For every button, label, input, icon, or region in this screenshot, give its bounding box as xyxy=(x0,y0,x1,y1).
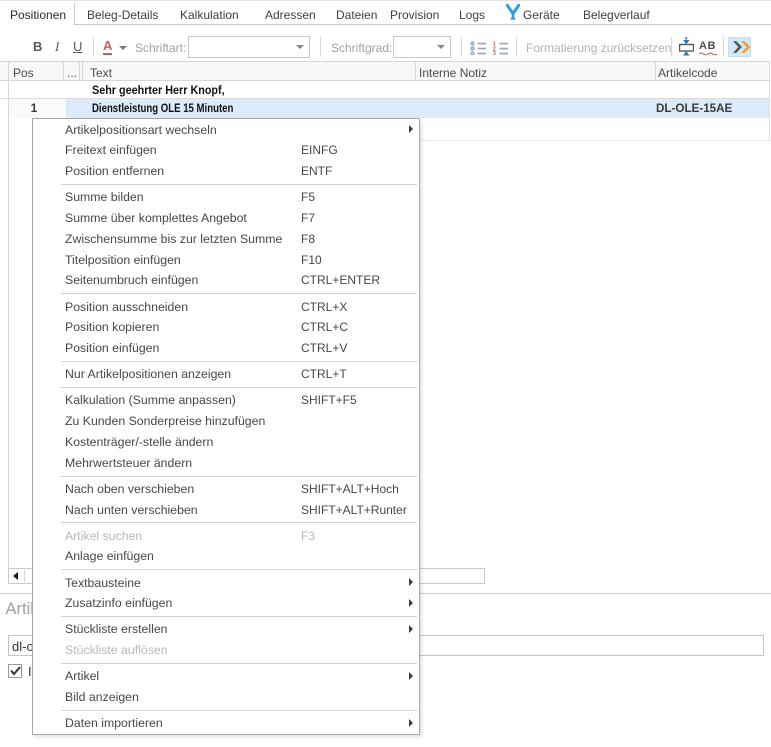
svg-text:3: 3 xyxy=(493,51,496,55)
